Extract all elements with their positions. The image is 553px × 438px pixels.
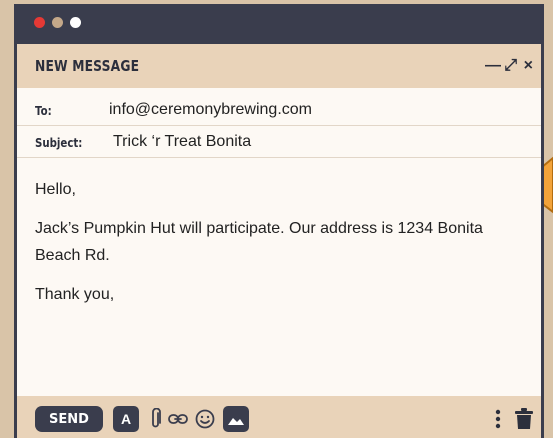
- more-vertical-icon[interactable]: [491, 406, 505, 432]
- body-paragraph: Jack’s Pumpkin Hut will participate. Our…: [35, 220, 483, 264]
- subject-input[interactable]: Trick ‘r Treat Bonita: [113, 133, 251, 151]
- compose-title: NEW MESSAGE: [35, 57, 140, 75]
- compose-toolbar: SEND A: [17, 396, 541, 438]
- message-body[interactable]: Hello, Jack’s Pumpkin Hut will participa…: [35, 176, 523, 320]
- maximize-dot-icon[interactable]: [70, 17, 81, 28]
- window-titlebar: [14, 4, 544, 44]
- subject-field[interactable]: Subject: Trick ‘r Treat Bonita: [17, 128, 541, 158]
- to-input[interactable]: info@ceremonybrewing.com: [109, 101, 312, 119]
- compose-header: NEW MESSAGE — ⤢ ×: [17, 44, 541, 88]
- compose-window: NEW MESSAGE — ⤢ × To: info@ceremonybrewi…: [14, 4, 544, 438]
- paperclip-icon[interactable]: [147, 406, 165, 432]
- format-text-button[interactable]: A: [113, 406, 139, 432]
- body-greeting: Hello,: [35, 181, 76, 198]
- minimize-dot-icon[interactable]: [52, 17, 63, 28]
- expand-icon[interactable]: ⤢: [504, 56, 517, 76]
- trash-icon[interactable]: [513, 406, 535, 432]
- emoji-icon[interactable]: [193, 406, 217, 432]
- link-icon[interactable]: [167, 406, 189, 432]
- send-button[interactable]: SEND: [35, 406, 103, 432]
- to-field[interactable]: To: info@ceremonybrewing.com: [17, 96, 541, 126]
- minimize-icon[interactable]: —: [485, 56, 501, 76]
- close-icon[interactable]: ×: [524, 56, 533, 76]
- close-dot-icon[interactable]: [34, 17, 45, 28]
- image-icon[interactable]: [223, 406, 249, 432]
- to-label: To:: [35, 104, 52, 118]
- body-closing: Thank you,: [35, 286, 115, 303]
- subject-label: Subject:: [35, 136, 83, 150]
